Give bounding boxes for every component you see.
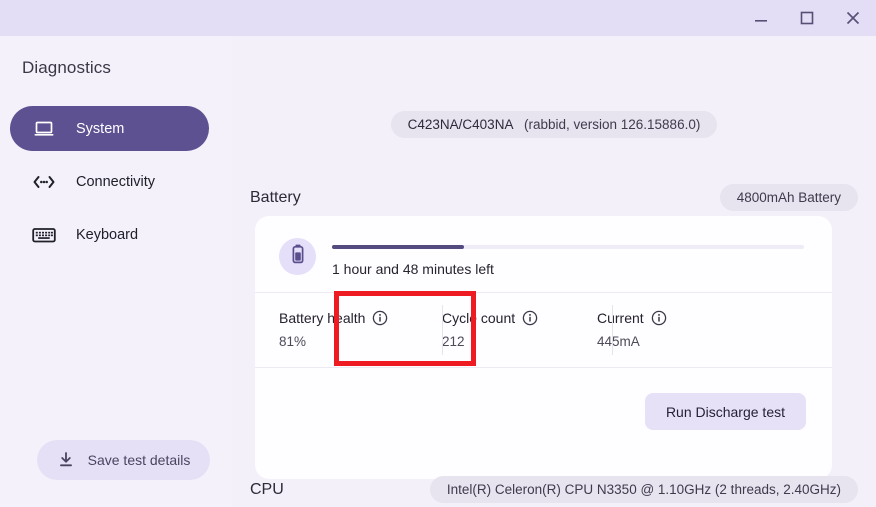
info-icon[interactable]: [651, 310, 667, 326]
device-model: C423NA/C403NA: [407, 117, 513, 132]
battery-charge-row: 1 hour and 48 minutes left: [255, 216, 832, 292]
sidebar-item-label: System: [76, 120, 125, 137]
cpu-section-title: CPU: [250, 480, 284, 498]
battery-capacity-chip: 4800mAh Battery: [719, 184, 858, 211]
run-discharge-test-button[interactable]: Run Discharge test: [644, 393, 806, 430]
sidebar-item-connectivity[interactable]: Connectivity: [10, 159, 222, 204]
battery-progress-track: [332, 245, 804, 249]
device-info-chip: C423NA/C403NA (rabbid, version 126.15886…: [390, 111, 718, 138]
main-content: C423NA/C403NA (rabbid, version 126.15886…: [232, 36, 876, 507]
page-title: Diagnostics: [22, 58, 111, 77]
stat-label: Cycle count: [442, 310, 516, 326]
window-titlebar: [0, 0, 876, 36]
battery-time-remaining: 1 hour and 48 minutes left: [332, 261, 494, 277]
cpu-section-header: CPU Intel(R) Celeron(R) CPU N3350 @ 1.10…: [250, 476, 858, 503]
battery-progress-fill: [332, 245, 465, 249]
battery-stats-row: Battery health 81% Cycle count 212 Curre…: [255, 293, 832, 367]
sidebar-item-label: Keyboard: [76, 226, 139, 243]
battery-actions-row: Run Discharge test: [255, 368, 832, 480]
sidebar-item-label: Connectivity: [76, 173, 155, 190]
minimize-icon: [754, 11, 768, 25]
stat-divider: [442, 305, 443, 355]
cpu-info-chip: Intel(R) Celeron(R) CPU N3350 @ 1.10GHz …: [429, 476, 858, 503]
laptop-icon: [32, 117, 56, 141]
stat-divider: [612, 305, 613, 355]
sidebar-nav: System Connectivity Keyboard: [10, 106, 222, 265]
stat-label: Current: [597, 310, 644, 326]
battery-health-stat: Battery health 81%: [255, 293, 419, 349]
keyboard-icon: [32, 223, 56, 247]
sidebar-item-system[interactable]: System: [10, 106, 209, 151]
maximize-button[interactable]: [784, 0, 830, 36]
battery-icon-circle: [279, 238, 316, 275]
save-button-label: Save test details: [87, 452, 191, 468]
info-icon[interactable]: [372, 310, 388, 326]
battery-progress: 1 hour and 48 minutes left: [332, 245, 804, 277]
stat-value: 212: [442, 334, 465, 349]
device-version: (rabbid, version 126.15886.0): [523, 117, 701, 132]
info-icon[interactable]: [522, 310, 538, 326]
battery-section-header: Battery 4800mAh Battery: [250, 184, 858, 211]
battery-icon: [290, 244, 306, 269]
save-test-details-button[interactable]: Save test details: [37, 440, 210, 480]
stat-label-row: Cycle count: [442, 310, 566, 326]
stat-label: Battery health: [279, 310, 366, 326]
close-icon: [846, 11, 860, 25]
battery-section-title: Battery: [250, 188, 301, 206]
maximize-icon: [800, 11, 814, 25]
sidebar: Diagnostics System Connectivity Keyboard…: [0, 36, 232, 507]
stat-value: 81%: [279, 334, 307, 349]
close-button[interactable]: [830, 0, 876, 36]
device-info-row: C423NA/C403NA (rabbid, version 126.15886…: [232, 111, 876, 138]
connectivity-icon: [32, 170, 56, 194]
minimize-button[interactable]: [738, 0, 784, 36]
download-icon: [57, 451, 75, 469]
stat-label-row: Battery health: [279, 310, 419, 326]
diagnostics-app-window: Diagnostics System Connectivity Keyboard…: [0, 0, 876, 507]
current-stat: Current 445mA: [566, 293, 746, 349]
stat-label-row: Current: [597, 310, 746, 326]
sidebar-item-keyboard[interactable]: Keyboard: [10, 212, 222, 257]
stat-value: 445mA: [597, 334, 640, 349]
battery-card: 1 hour and 48 minutes left Battery healt…: [255, 216, 832, 479]
